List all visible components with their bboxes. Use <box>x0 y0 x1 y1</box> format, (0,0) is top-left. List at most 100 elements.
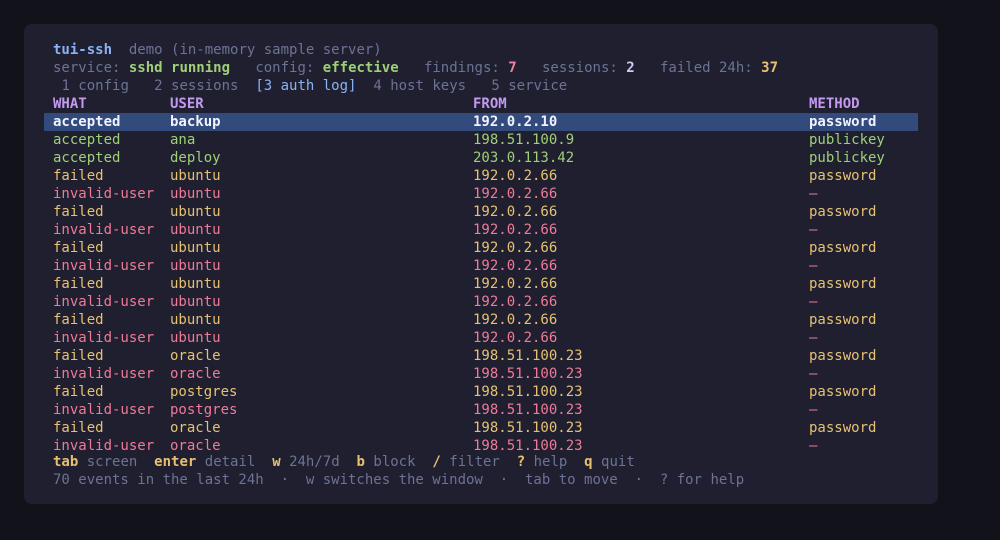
cell-user: ubuntu <box>170 168 221 184</box>
cell-what: accepted <box>53 114 121 130</box>
findings-count: 7 <box>508 60 517 76</box>
service-status: sshd running <box>128 60 231 76</box>
key-slash-action: filter <box>449 454 500 470</box>
table-row[interactable]: invalid-user ubuntu 192.0.2.66 — <box>44 257 918 275</box>
cell-method: password <box>809 312 877 328</box>
cell-user: deploy <box>170 150 221 166</box>
tab-auth-log[interactable]: [3 auth log] <box>255 78 356 94</box>
key-b-action: block <box>373 454 416 470</box>
cell-method: — <box>809 222 818 238</box>
config-status: effective <box>322 60 399 76</box>
cell-what: failed <box>53 168 104 184</box>
table-row[interactable]: invalid-user oracle 198.51.100.23 — <box>44 365 918 383</box>
cell-from: 198.51.100.23 <box>473 366 583 382</box>
key-q-action: quit <box>601 454 635 470</box>
key-q: q <box>584 454 593 470</box>
table-row[interactable]: invalid-user ubuntu 192.0.2.66 — <box>44 329 918 347</box>
table-row[interactable]: accepted backup 192.0.2.10 password <box>44 113 918 131</box>
cell-from: 192.0.2.66 <box>473 240 558 256</box>
cell-from: 192.0.2.66 <box>473 204 558 220</box>
cell-user: oracle <box>170 420 221 436</box>
cell-from: 192.0.2.66 <box>473 258 558 274</box>
tab-service[interactable]: 5 service <box>491 78 567 94</box>
cell-method: publickey <box>809 150 885 166</box>
table-row[interactable]: failed ubuntu 192.0.2.66 password <box>44 167 918 185</box>
cell-method: password <box>809 420 877 436</box>
cell-user: ubuntu <box>170 186 221 202</box>
cell-what: invalid-user <box>53 366 155 382</box>
cell-user: ubuntu <box>170 240 221 256</box>
column-header-method: METHOD <box>809 96 860 112</box>
table-header: WHAT USER FROM METHOD <box>44 95 918 113</box>
table-row[interactable]: invalid-user ubuntu 192.0.2.66 — <box>44 221 918 239</box>
table-row[interactable]: failed oracle 198.51.100.23 password <box>44 347 918 365</box>
table-row[interactable]: failed ubuntu 192.0.2.66 password <box>44 275 918 293</box>
table-row[interactable]: invalid-user postgres 198.51.100.23 — <box>44 401 918 419</box>
cell-user: ubuntu <box>170 258 221 274</box>
cell-user: ubuntu <box>170 204 221 220</box>
cell-method: password <box>809 384 877 400</box>
cell-user: oracle <box>170 348 221 364</box>
table-row[interactable]: failed oracle 198.51.100.23 password <box>44 419 918 437</box>
table-row[interactable]: failed postgres 198.51.100.23 password <box>44 383 918 401</box>
cell-from: 198.51.100.23 <box>473 402 583 418</box>
cell-from: 203.0.113.42 <box>473 150 575 166</box>
cell-what: failed <box>53 204 104 220</box>
table-row[interactable]: failed ubuntu 192.0.2.66 password <box>44 239 918 257</box>
cell-user: oracle <box>170 366 221 382</box>
cell-what: invalid-user <box>53 258 155 274</box>
status-line: service: sshd running config: effective … <box>53 59 778 77</box>
cell-from: 192.0.2.66 <box>473 168 558 184</box>
cell-method: password <box>809 276 877 292</box>
findings-label: findings: <box>423 60 500 76</box>
cell-method: password <box>809 114 877 130</box>
cell-what: invalid-user <box>53 222 155 238</box>
cell-method: — <box>809 330 818 346</box>
cell-from: 192.0.2.66 <box>473 294 558 310</box>
cell-method: — <box>809 258 818 274</box>
key-slash: / <box>432 454 441 470</box>
cell-what: invalid-user <box>53 330 155 346</box>
app-name: tui-ssh <box>53 42 113 58</box>
table-row[interactable]: failed ubuntu 192.0.2.66 password <box>44 203 918 221</box>
cell-what: accepted <box>53 132 121 148</box>
cell-method: — <box>809 366 818 382</box>
cell-method: — <box>809 186 818 202</box>
failed-label: failed 24h: <box>660 60 753 76</box>
cell-user: postgres <box>170 384 238 400</box>
cell-what: invalid-user <box>53 186 155 202</box>
cell-what: invalid-user <box>53 402 155 418</box>
cell-method: password <box>809 348 877 364</box>
table-row[interactable]: accepted ana 198.51.100.9 publickey <box>44 131 918 149</box>
cell-what: failed <box>53 384 104 400</box>
terminal-window: tui-ssh demo (in-memory sample server) s… <box>24 24 938 504</box>
cell-method: password <box>809 240 877 256</box>
cell-what: failed <box>53 348 104 364</box>
cell-user: ubuntu <box>170 330 221 346</box>
table-row[interactable]: invalid-user ubuntu 192.0.2.66 — <box>44 293 918 311</box>
cell-user: ubuntu <box>170 276 221 292</box>
tab-host-keys[interactable]: 4 host keys <box>373 78 466 94</box>
cell-user: ubuntu <box>170 222 221 238</box>
tab-sessions[interactable]: 2 sessions <box>154 78 238 94</box>
cell-method: publickey <box>809 132 885 148</box>
key-question-action: help <box>533 454 568 470</box>
keybinding-bar: tab screen enter detail w 24h/7d b block… <box>53 453 635 471</box>
cell-what: invalid-user <box>53 294 155 310</box>
config-label: config: <box>255 60 315 76</box>
cell-from: 192.0.2.66 <box>473 186 558 202</box>
tab-config[interactable]: 1 config <box>61 78 128 94</box>
cell-from: 192.0.2.66 <box>473 276 558 292</box>
column-header-what: WHAT <box>53 96 87 112</box>
table-row[interactable]: invalid-user ubuntu 192.0.2.66 — <box>44 185 918 203</box>
cell-from: 192.0.2.66 <box>473 312 558 328</box>
app-subtitle: demo (in-memory sample server) <box>128 42 382 58</box>
table-row[interactable]: accepted deploy 203.0.113.42 publickey <box>44 149 918 167</box>
cell-from: 192.0.2.66 <box>473 330 558 346</box>
cell-what: failed <box>53 276 104 292</box>
cell-user: postgres <box>170 402 238 418</box>
table-row[interactable]: failed ubuntu 192.0.2.66 password <box>44 311 918 329</box>
key-tab: tab <box>53 454 79 470</box>
cell-method: — <box>809 294 818 310</box>
cell-from: 198.51.100.23 <box>473 348 583 364</box>
